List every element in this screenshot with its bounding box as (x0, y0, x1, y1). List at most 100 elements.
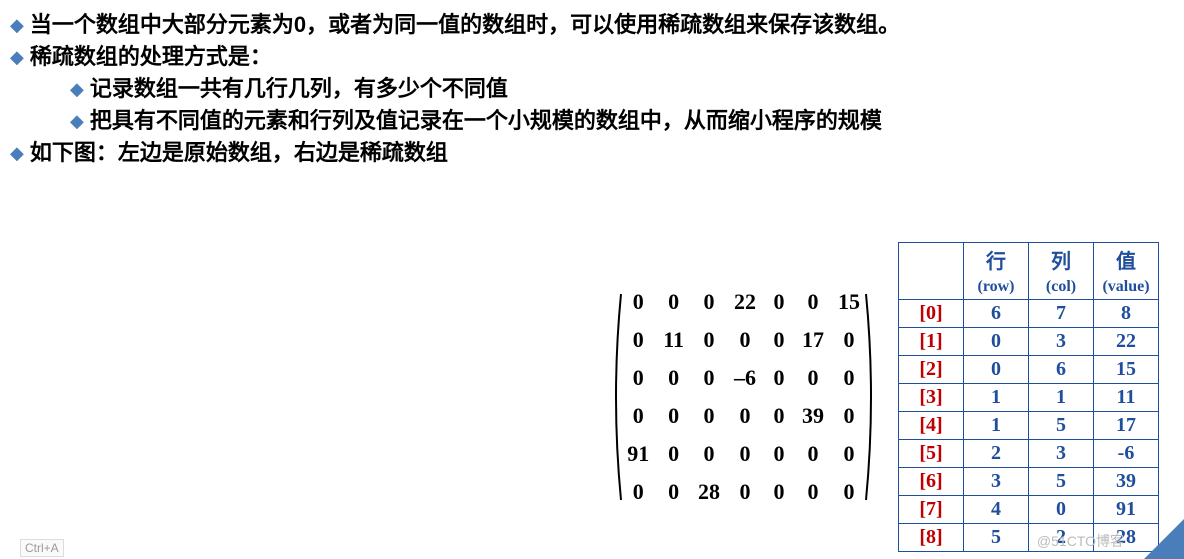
header-blank (899, 243, 964, 300)
cell-row: 6 (964, 300, 1029, 328)
table-row: [4]1517 (899, 412, 1159, 440)
paren-left-icon (609, 283, 623, 511)
cell-col: 5 (1029, 468, 1094, 496)
diamond-icon: ◆ (70, 74, 84, 104)
matrix-cell: 0 (698, 403, 720, 429)
watermark-text: @51CTO博客 (1037, 531, 1124, 551)
matrix-cell: 0 (627, 403, 649, 429)
bullet-text: 把具有不同值的元素和行列及值记录在一个小规模的数组中，从而缩小程序的规模 (90, 106, 882, 136)
matrix-cell: 0 (838, 327, 860, 353)
cell-index: [8] (899, 524, 964, 552)
cell-index: [3] (899, 384, 964, 412)
matrix-cell: 0 (627, 479, 649, 505)
matrix-cell: –6 (734, 365, 756, 391)
matrix-cell: 0 (627, 365, 649, 391)
cell-value: 8 (1094, 300, 1159, 328)
cell-col: 6 (1029, 356, 1094, 384)
matrix-cell: 0 (734, 479, 756, 505)
cell-col: 1 (1029, 384, 1094, 412)
matrix-cell: 0 (802, 441, 824, 467)
bullet-text: 如下图：左边是原始数组，右边是稀疏数组 (30, 138, 448, 168)
cell-value: 15 (1094, 356, 1159, 384)
header-value: 值(value) (1094, 243, 1159, 300)
cell-col: 7 (1029, 300, 1094, 328)
bullet-text: 稀疏数组的处理方式是： (30, 42, 272, 72)
original-matrix: 000220015011000170000–600000000390910000… (609, 283, 878, 511)
bullet-list: ◆ 当一个数组中大部分元素为0，或者为同一值的数组时，可以使用稀疏数组来保存该数… (0, 0, 1184, 168)
table-row: [5]23-6 (899, 440, 1159, 468)
table-row: [2]0615 (899, 356, 1159, 384)
bullet-item: ◆ 记录数组一共有几行几列，有多少个不同值 (70, 74, 1174, 104)
shortcut-hint: Ctrl+A (20, 539, 64, 557)
cell-row: 2 (964, 440, 1029, 468)
table-row: [1]0322 (899, 328, 1159, 356)
cell-row: 1 (964, 384, 1029, 412)
matrix-cell: 0 (802, 289, 824, 315)
cell-row: 4 (964, 496, 1029, 524)
matrix-cell: 0 (698, 289, 720, 315)
matrix-cell: 22 (734, 289, 756, 315)
cell-row: 3 (964, 468, 1029, 496)
bullet-item: ◆ 当一个数组中大部分元素为0，或者为同一值的数组时，可以使用稀疏数组来保存该数… (10, 10, 1174, 40)
bullet-item: ◆ 把具有不同值的元素和行列及值记录在一个小规模的数组中，从而缩小程序的规模 (70, 106, 1174, 136)
matrix-cell: 17 (802, 327, 824, 353)
matrix-cell: 0 (663, 289, 684, 315)
cell-index: [6] (899, 468, 964, 496)
cell-index: [2] (899, 356, 964, 384)
bullet-text: 当一个数组中大部分元素为0，或者为同一值的数组时，可以使用稀疏数组来保存该数组。 (30, 10, 900, 40)
cell-col: 3 (1029, 440, 1094, 468)
header-row: 行(row) (964, 243, 1029, 300)
cell-index: [1] (899, 328, 964, 356)
matrix-cell: 0 (770, 403, 788, 429)
bullet-item: ◆ 如下图：左边是原始数组，右边是稀疏数组 (10, 138, 1174, 168)
table-row: [3]1111 (899, 384, 1159, 412)
cell-col: 5 (1029, 412, 1094, 440)
figure-wrap: 000220015011000170000–600000000390910000… (609, 242, 1159, 552)
corner-decoration (1144, 519, 1184, 559)
matrix-cell: 91 (627, 441, 649, 467)
matrix-cell: 0 (770, 289, 788, 315)
matrix-cell: 0 (663, 365, 684, 391)
cell-index: [4] (899, 412, 964, 440)
matrix-cell: 0 (770, 479, 788, 505)
cell-index: [5] (899, 440, 964, 468)
matrix-cell: 39 (802, 403, 824, 429)
matrix-cell: 0 (838, 365, 860, 391)
matrix-cell: 0 (734, 327, 756, 353)
matrix-cell: 0 (663, 479, 684, 505)
bullet-item: ◆ 稀疏数组的处理方式是： (10, 42, 1174, 72)
table-row: [0]678 (899, 300, 1159, 328)
matrix-cell: 0 (802, 365, 824, 391)
cell-row: 5 (964, 524, 1029, 552)
matrix-cell: 0 (698, 365, 720, 391)
cell-row: 0 (964, 328, 1029, 356)
matrix-cell: 0 (838, 403, 860, 429)
matrix-cell: 0 (698, 327, 720, 353)
matrix-cell: 0 (698, 441, 720, 467)
diamond-icon: ◆ (70, 106, 84, 136)
cell-index: [7] (899, 496, 964, 524)
cell-value: 11 (1094, 384, 1159, 412)
cell-col: 0 (1029, 496, 1094, 524)
matrix-cell: 15 (838, 289, 860, 315)
diamond-icon: ◆ (10, 10, 24, 40)
paren-right-icon (864, 283, 878, 511)
cell-row: 1 (964, 412, 1029, 440)
header-col: 列(col) (1029, 243, 1094, 300)
matrix-cell: 0 (770, 365, 788, 391)
matrix-cell: 0 (770, 441, 788, 467)
cell-value: -6 (1094, 440, 1159, 468)
matrix-cell: 11 (663, 327, 684, 353)
table-row: [7]4091 (899, 496, 1159, 524)
cell-row: 0 (964, 356, 1029, 384)
cell-index: [0] (899, 300, 964, 328)
matrix-cell: 0 (770, 327, 788, 353)
diamond-icon: ◆ (10, 138, 24, 168)
cell-value: 39 (1094, 468, 1159, 496)
matrix-cell: 0 (802, 479, 824, 505)
table-header-row: 行(row) 列(col) 值(value) (899, 243, 1159, 300)
matrix-cell: 0 (627, 289, 649, 315)
table-row: [6]3539 (899, 468, 1159, 496)
matrix-cell: 0 (663, 441, 684, 467)
matrix-cell: 0 (734, 403, 756, 429)
